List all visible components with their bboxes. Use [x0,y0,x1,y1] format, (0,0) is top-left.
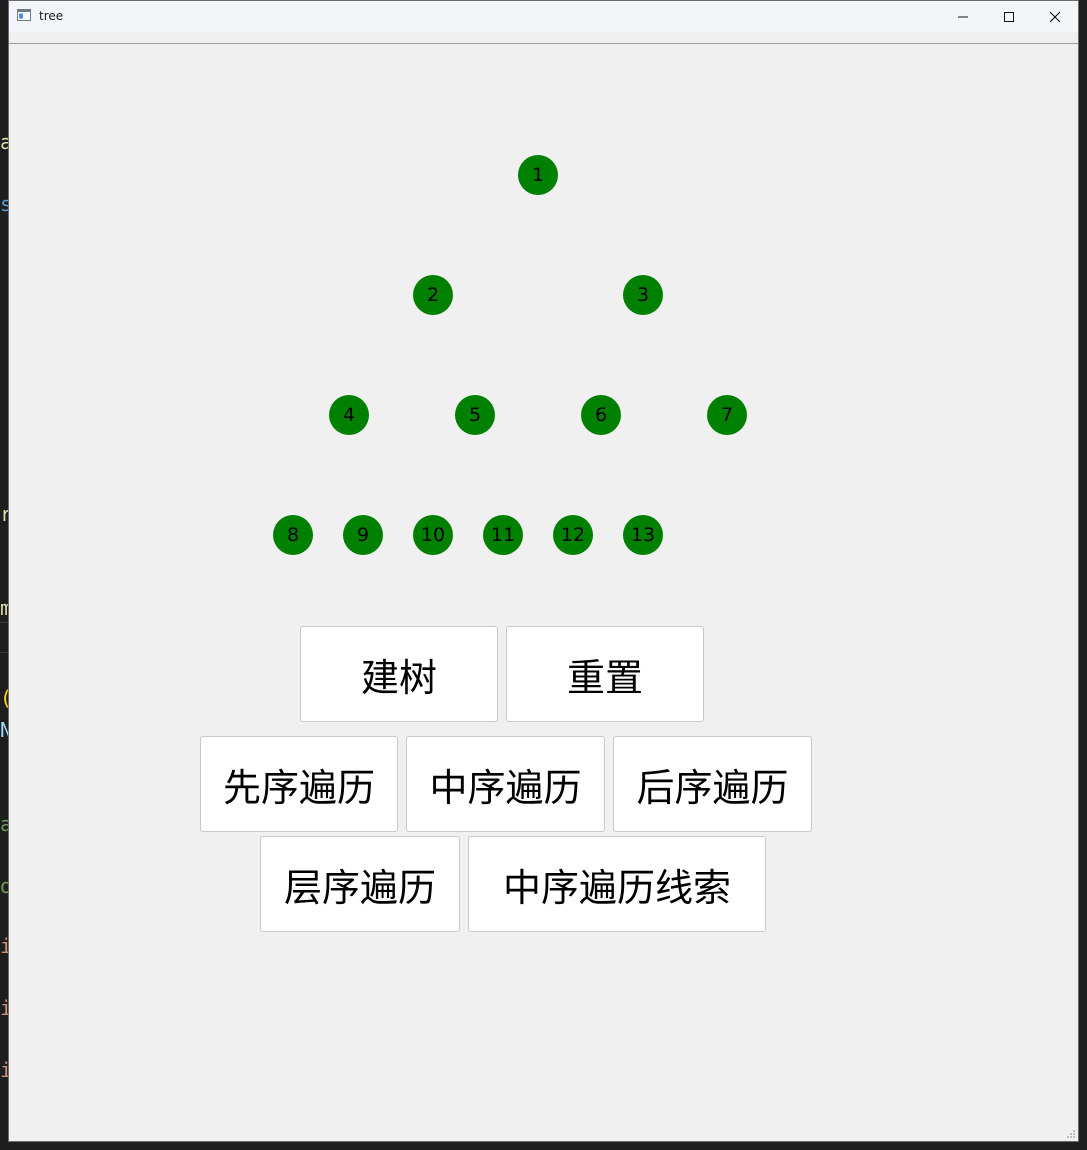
maximize-button[interactable] [986,1,1032,32]
app-window-icon [17,9,31,21]
postorder-button[interactable]: 后序遍历 [613,736,812,832]
maximize-icon [1004,11,1014,22]
tree-node: 5 [455,395,495,435]
minimize-icon [958,16,968,17]
tree-node: 13 [623,515,663,555]
inorder-button[interactable]: 中序遍历 [406,736,605,832]
background-code-fragment: i [0,1060,8,1080]
window-title: tree [39,9,64,23]
tree-node: 4 [329,395,369,435]
preorder-button[interactable]: 先序遍历 [200,736,398,832]
background-code-fragment: ( [0,688,8,708]
tree-node: 2 [413,275,453,315]
tree-node: 12 [553,515,593,555]
inorder-thread-button[interactable]: 中序遍历线索 [468,836,766,932]
minimize-button[interactable] [940,1,986,32]
background-code-fragment: o [0,876,8,896]
background-divider [0,652,8,653]
app-window: tree 1 2 3 4 5 6 7 8 9 10 11 12 13 建树 重置… [8,0,1079,1142]
background-divider [0,622,8,623]
tree-node: 11 [483,515,523,555]
background-code-fragment: i [0,936,8,956]
background-code-fragment: s [0,194,8,214]
background-code-fragment: a [0,814,8,834]
build-tree-button[interactable]: 建树 [300,626,498,722]
tree-node: 8 [273,515,313,555]
close-button[interactable] [1032,1,1078,32]
menu-bar [9,32,1078,44]
tree-node: 1 [518,155,558,195]
title-bar[interactable]: tree [9,1,1078,32]
background-code-fragment: m [0,598,8,618]
background-code-fragment: a [0,132,8,152]
reset-button[interactable]: 重置 [506,626,704,722]
tree-node: 9 [343,515,383,555]
background-code-fragment: i [0,998,8,1018]
tree-node: 6 [581,395,621,435]
resize-grip-icon[interactable] [1066,1129,1076,1139]
background-code-fragment: r [0,504,8,524]
tree-node: 3 [623,275,663,315]
tree-node: 10 [413,515,453,555]
levelorder-button[interactable]: 层序遍历 [260,836,460,932]
close-icon [1049,11,1061,22]
tree-node: 7 [707,395,747,435]
background-code-fragment: N [0,720,8,740]
